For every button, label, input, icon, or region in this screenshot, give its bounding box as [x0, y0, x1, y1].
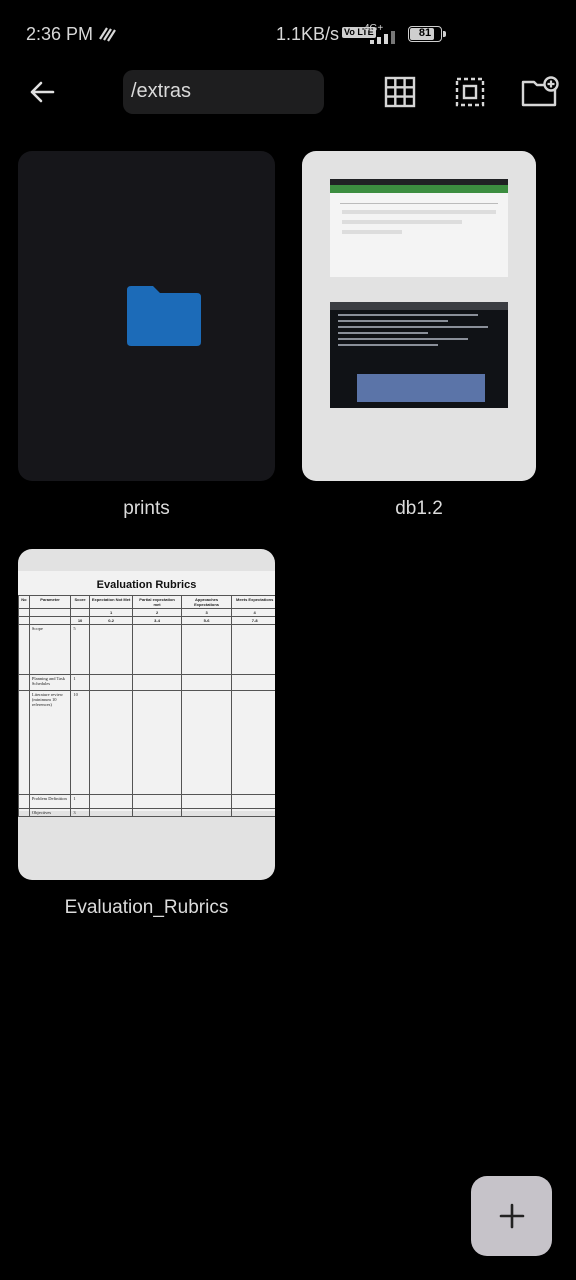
thumbnail-screenshot-terminal — [330, 302, 508, 408]
new-folder-icon — [521, 76, 559, 107]
select-all-icon — [455, 77, 485, 107]
select-all-button[interactable] — [448, 70, 492, 114]
document-title: Evaluation Rubrics — [96, 579, 197, 591]
signal-icon — [370, 31, 395, 44]
hotspot-icon — [99, 27, 116, 42]
score-row: 1 2 3 4 — [18, 608, 275, 617]
back-button[interactable] — [22, 70, 62, 114]
table-row: Scope 5 — [18, 624, 275, 675]
thumbnail-screenshot-browser — [330, 179, 508, 277]
status-time: 2:36 PM — [26, 24, 94, 44]
add-fab-button[interactable] — [471, 1176, 552, 1256]
rubric-table: No Parameter Score Expectation Not Met P… — [18, 595, 275, 817]
table-row: Planning and Task Schedules 1 — [18, 674, 275, 691]
item-label-evaluation-rubrics: Evaluation_Rubrics — [64, 897, 229, 918]
thumbnail-document: Evaluation Rubrics No Parameter Score Ex… — [18, 571, 275, 817]
range-row: 10 0-2 3-4 5-6 7-8 — [18, 616, 275, 625]
battery-level: 81 — [418, 27, 432, 39]
network-speed: 1.1KB/s — [276, 24, 340, 44]
grid-view-icon — [384, 76, 416, 108]
back-arrow-icon — [30, 81, 55, 103]
path-field[interactable]: /extras — [123, 70, 324, 114]
toolbar: /extras — [0, 70, 576, 114]
item-label-prints: prints — [123, 498, 170, 519]
new-folder-button[interactable] — [518, 70, 562, 114]
plus-icon — [499, 1203, 524, 1229]
image-tile-db1-2[interactable] — [302, 151, 536, 481]
table-row: Literature review (minimum 10 references… — [18, 690, 275, 795]
battery-icon: 81 — [408, 26, 442, 42]
folder-tile-prints[interactable] — [18, 151, 275, 481]
table-row: Problem Definition 1 — [18, 794, 275, 809]
image-tile-evaluation-rubrics[interactable]: Evaluation Rubrics No Parameter Score Ex… — [18, 549, 275, 880]
status-bar: 2:36 PM 1.1KB/s Vo LTE 4G+ 81 — [0, 0, 576, 70]
grid-view-button[interactable] — [378, 70, 422, 114]
item-label-db1-2: db1.2 — [395, 498, 443, 519]
folder-icon — [127, 286, 201, 346]
header-row: No Parameter Score Expectation Not Met P… — [18, 595, 275, 609]
table-row: Objectives 3 — [18, 808, 275, 817]
